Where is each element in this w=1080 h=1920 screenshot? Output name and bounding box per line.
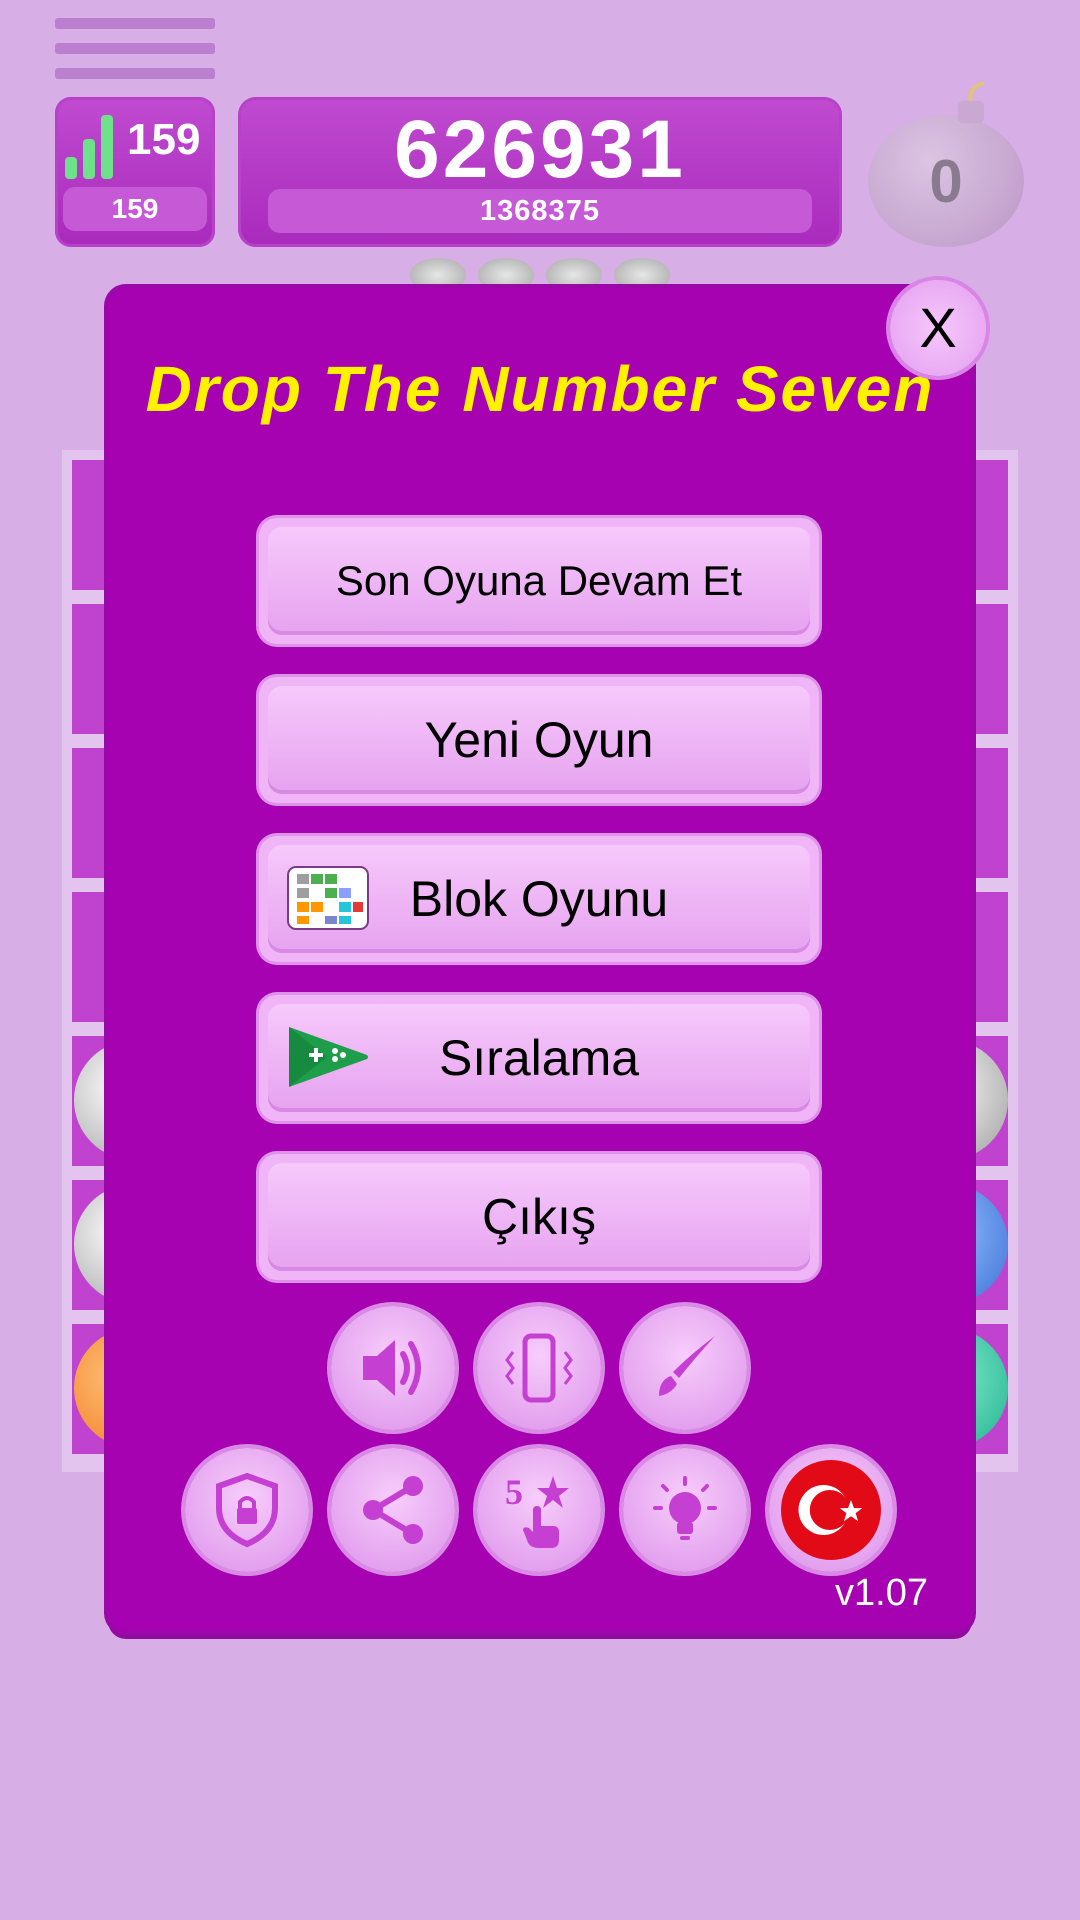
next-ball-preview bbox=[614, 258, 670, 292]
language-button[interactable] bbox=[769, 1448, 893, 1572]
svg-text:5: 5 bbox=[505, 1472, 523, 1512]
bomb-fuse-icon bbox=[958, 81, 985, 123]
sound-toggle-button[interactable] bbox=[331, 1306, 455, 1430]
best-score: 1368375 bbox=[268, 189, 812, 233]
turkish-flag-icon bbox=[781, 1460, 881, 1560]
bomb-powerup-button[interactable]: 0 bbox=[868, 81, 1024, 247]
rate-5-stars-icon: 5 bbox=[505, 1472, 569, 1548]
button-label: Blok Oyunu bbox=[409, 871, 669, 927]
privacy-button[interactable] bbox=[185, 1448, 309, 1572]
share-button[interactable] bbox=[331, 1448, 455, 1572]
hamburger-menu-icon[interactable] bbox=[55, 18, 215, 82]
bomb-count: 0 bbox=[929, 148, 963, 215]
close-button[interactable]: X bbox=[890, 280, 986, 376]
next-ball-preview bbox=[478, 258, 534, 292]
board-cell bbox=[972, 604, 1008, 734]
button-label: Yeni Oyun bbox=[424, 712, 654, 768]
leaderboard-button[interactable]: Sıralama bbox=[259, 995, 819, 1121]
level-sub-value: 159 bbox=[63, 187, 207, 231]
board-cell bbox=[972, 748, 1008, 878]
share-icon bbox=[363, 1476, 423, 1544]
level-bars-icon bbox=[65, 115, 113, 179]
button-label: Son Oyuna Devam Et bbox=[335, 557, 743, 604]
vibration-icon bbox=[505, 1333, 573, 1403]
level-value: 159 bbox=[127, 115, 201, 164]
version-label: v1.07 bbox=[835, 1572, 928, 1614]
rate-button[interactable]: 5 bbox=[477, 1448, 601, 1572]
score-panel: 626931 1368375 bbox=[238, 97, 842, 247]
button-label: Sıralama bbox=[438, 1030, 640, 1086]
button-label: Çıkış bbox=[482, 1189, 596, 1245]
hint-button[interactable] bbox=[623, 1448, 747, 1572]
sound-icon bbox=[363, 1340, 421, 1396]
next-ball-preview bbox=[546, 258, 602, 292]
board-cell bbox=[972, 460, 1008, 590]
new-game-button[interactable]: Yeni Oyun bbox=[259, 677, 819, 803]
next-ball-preview bbox=[410, 258, 466, 292]
theme-brush-icon bbox=[659, 1336, 715, 1396]
main-menu-dialog: Drop The Number Seven Son Oyuna Devam Et… bbox=[108, 288, 972, 1631]
board-cell bbox=[972, 892, 1008, 1022]
continue-last-game-button[interactable]: Son Oyuna Devam Et bbox=[259, 518, 819, 644]
vibration-toggle-button[interactable] bbox=[477, 1306, 601, 1430]
hint-bulb-icon bbox=[653, 1476, 717, 1540]
current-score: 626931 bbox=[394, 104, 686, 195]
game-title: Drop The Number Seven bbox=[145, 353, 935, 425]
level-panel: 159 159 bbox=[55, 97, 215, 247]
exit-button[interactable]: Çıkış bbox=[259, 1154, 819, 1280]
block-game-button[interactable]: Blok Oyunu bbox=[259, 836, 819, 962]
theme-button[interactable] bbox=[623, 1306, 747, 1430]
privacy-shield-icon bbox=[216, 1472, 278, 1548]
